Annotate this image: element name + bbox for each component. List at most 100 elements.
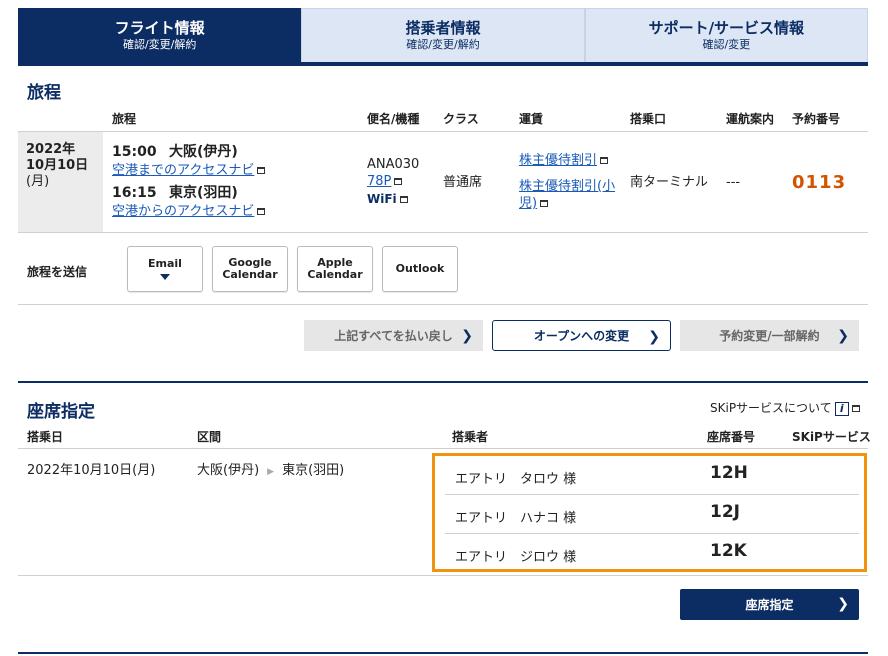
departure-time: 15:00 bbox=[112, 144, 157, 160]
passenger-row: エアトリ ジロウ 様 12K bbox=[445, 534, 859, 573]
arrival-place: 東京(羽田) bbox=[168, 185, 238, 201]
seat-segment: 大阪(伊丹) ▶ 東京(羽田) bbox=[197, 462, 344, 481]
tab-subtitle: 確認/変更 bbox=[702, 38, 751, 51]
section-divider bbox=[18, 652, 868, 654]
external-window-icon bbox=[399, 196, 408, 203]
header-class: クラス bbox=[443, 112, 479, 126]
tab-subtitle: 確認/変更/解約 bbox=[122, 38, 197, 51]
tab-flight-info[interactable]: フライト情報 確認/変更/解約 bbox=[18, 8, 302, 62]
passenger-name: エアトリ ジロウ 様 bbox=[455, 550, 577, 565]
chevron-down-icon bbox=[160, 274, 170, 280]
fare-link[interactable]: 株主優待割引(小児) bbox=[519, 179, 615, 211]
header-route: 旅程 bbox=[112, 112, 137, 126]
apple-calendar-button[interactable]: Apple Calendar bbox=[297, 246, 373, 292]
tab-support-service[interactable]: サポート/サービス情報 確認/変更 bbox=[584, 8, 868, 62]
passenger-row: エアトリ ハナコ 様 12J bbox=[445, 495, 859, 534]
passenger-row: エアトリ タロウ 様 12H bbox=[445, 456, 859, 495]
tab-title: 搭乗者情報 bbox=[405, 19, 481, 37]
segment-from: 大阪(伊丹) bbox=[197, 463, 260, 478]
header-gate: 搭乗口 bbox=[630, 112, 667, 126]
seat-selection-button[interactable]: 座席指定 ❯ bbox=[680, 589, 859, 620]
change-open-label: オープンへの変更 bbox=[533, 329, 630, 343]
gate: 南ターミナル bbox=[630, 175, 709, 190]
header-boarding-date: 搭乗日 bbox=[27, 430, 64, 444]
seat-boarding-date: 2022年10月10日(月) bbox=[27, 463, 156, 478]
access-from-airport-link[interactable]: 空港からのアクセスナビ bbox=[112, 204, 254, 219]
seat-assignment-highlight: エアトリ タロウ 様 12H エアトリ ハナコ 様 12J エアトリ ジロウ 様… bbox=[432, 453, 867, 572]
segment-to: 東京(羽田) bbox=[282, 463, 345, 478]
arrival: 16:15 東京(羽田) bbox=[112, 185, 238, 202]
refund-all-label: 上記すべてを払い戻し bbox=[334, 329, 453, 343]
header-status: 運航案内 bbox=[726, 112, 775, 126]
email-label: Email bbox=[148, 257, 182, 270]
date-month-day: 10月10日 bbox=[26, 158, 89, 173]
external-window-icon bbox=[257, 208, 266, 215]
passenger-name: エアトリ タロウ 様 bbox=[455, 472, 577, 487]
external-window-icon bbox=[540, 200, 549, 207]
passenger-name: エアトリ ハナコ 様 bbox=[455, 511, 577, 526]
partial-cancel-label: 予約変更/一部解約 bbox=[719, 329, 820, 343]
arrival-access: 空港からのアクセスナビ bbox=[112, 203, 266, 220]
seat-section-title: 座席指定 bbox=[27, 402, 95, 422]
seat-number: 12J bbox=[710, 502, 740, 522]
header-flight: 便名/機種 bbox=[367, 112, 420, 126]
wifi: WiFi bbox=[367, 191, 408, 208]
flight-status: --- bbox=[726, 175, 741, 190]
header-segment: 区間 bbox=[197, 430, 222, 444]
refund-all-button[interactable]: 上記すべてを払い戻し ❯ bbox=[304, 320, 483, 351]
header-passenger: 搭乗者 bbox=[452, 430, 489, 444]
departure-access: 空港までのアクセスナビ bbox=[112, 162, 266, 179]
divider bbox=[18, 232, 868, 233]
access-to-airport-link[interactable]: 空港までのアクセスナビ bbox=[112, 163, 254, 178]
header-skip-service: SKiPサービス bbox=[792, 430, 871, 444]
email-button[interactable]: Email bbox=[127, 246, 203, 292]
seat-selection-label: 座席指定 bbox=[745, 598, 794, 612]
apple-label-2: Calendar bbox=[307, 268, 363, 281]
tab-title: フライト情報 bbox=[114, 19, 205, 37]
divider bbox=[18, 575, 868, 576]
header-seat-number: 座席番号 bbox=[707, 430, 756, 444]
seat-number: 12K bbox=[710, 541, 747, 561]
outlook-label: Outlook bbox=[395, 262, 445, 275]
date-year: 2022年 bbox=[26, 142, 76, 157]
external-window-icon bbox=[600, 157, 609, 164]
change-open-button[interactable]: オープンへの変更 ❯ bbox=[492, 320, 671, 351]
info-icon[interactable]: i bbox=[834, 401, 849, 416]
partial-cancel-button[interactable]: 予約変更/一部解約 ❯ bbox=[680, 320, 859, 351]
google-label-2: Calendar bbox=[222, 268, 278, 281]
header-fare: 運賃 bbox=[519, 112, 544, 126]
aircraft-link[interactable]: 78P bbox=[367, 174, 391, 189]
fare-1: 株主優待割引 bbox=[519, 152, 609, 169]
share-itinerary-label: 旅程を送信 bbox=[27, 265, 88, 279]
date-weekday: (月) bbox=[26, 174, 50, 189]
fare-link[interactable]: 株主優待割引 bbox=[519, 153, 597, 168]
chevron-right-icon: ❯ bbox=[837, 596, 849, 612]
fare-2: 株主優待割引(小児) bbox=[519, 178, 619, 212]
arrival-time: 16:15 bbox=[112, 185, 157, 201]
flight-date: 2022年 10月10日 (月) bbox=[18, 132, 103, 232]
external-window-icon bbox=[394, 178, 403, 185]
external-window-icon bbox=[257, 167, 266, 174]
external-window-icon bbox=[851, 405, 860, 412]
departure-place: 大阪(伊丹) bbox=[168, 144, 238, 160]
header-reservation: 予約番号 bbox=[792, 112, 841, 126]
tab-subtitle: 確認/変更/解約 bbox=[406, 38, 480, 51]
outlook-button[interactable]: Outlook bbox=[382, 246, 458, 292]
tab-bar: フライト情報 確認/変更/解約 搭乗者情報 確認/変更/解約 サポート/サービス… bbox=[18, 8, 868, 66]
divider bbox=[18, 304, 868, 305]
chevron-right-icon: ❯ bbox=[837, 328, 849, 344]
skip-about[interactable]: SKiPサービスについて i bbox=[710, 399, 860, 416]
section-divider bbox=[18, 381, 868, 383]
chevron-right-icon: ❯ bbox=[648, 329, 660, 345]
departure: 15:00 大阪(伊丹) bbox=[112, 144, 238, 161]
skip-about-link[interactable]: SKiPサービスについて bbox=[710, 401, 832, 415]
chevron-right-icon: ❯ bbox=[461, 328, 473, 344]
wifi-icon[interactable]: WiFi bbox=[367, 192, 397, 206]
seat-class: 普通席 bbox=[443, 175, 483, 190]
flight-number: ANA030 bbox=[367, 157, 420, 172]
tab-passenger-info[interactable]: 搭乗者情報 確認/変更/解約 bbox=[301, 8, 585, 62]
arrow-right-icon: ▶ bbox=[267, 467, 275, 477]
google-calendar-button[interactable]: Google Calendar bbox=[212, 246, 288, 292]
tab-title: サポート/サービス情報 bbox=[648, 19, 805, 37]
divider bbox=[18, 448, 868, 449]
